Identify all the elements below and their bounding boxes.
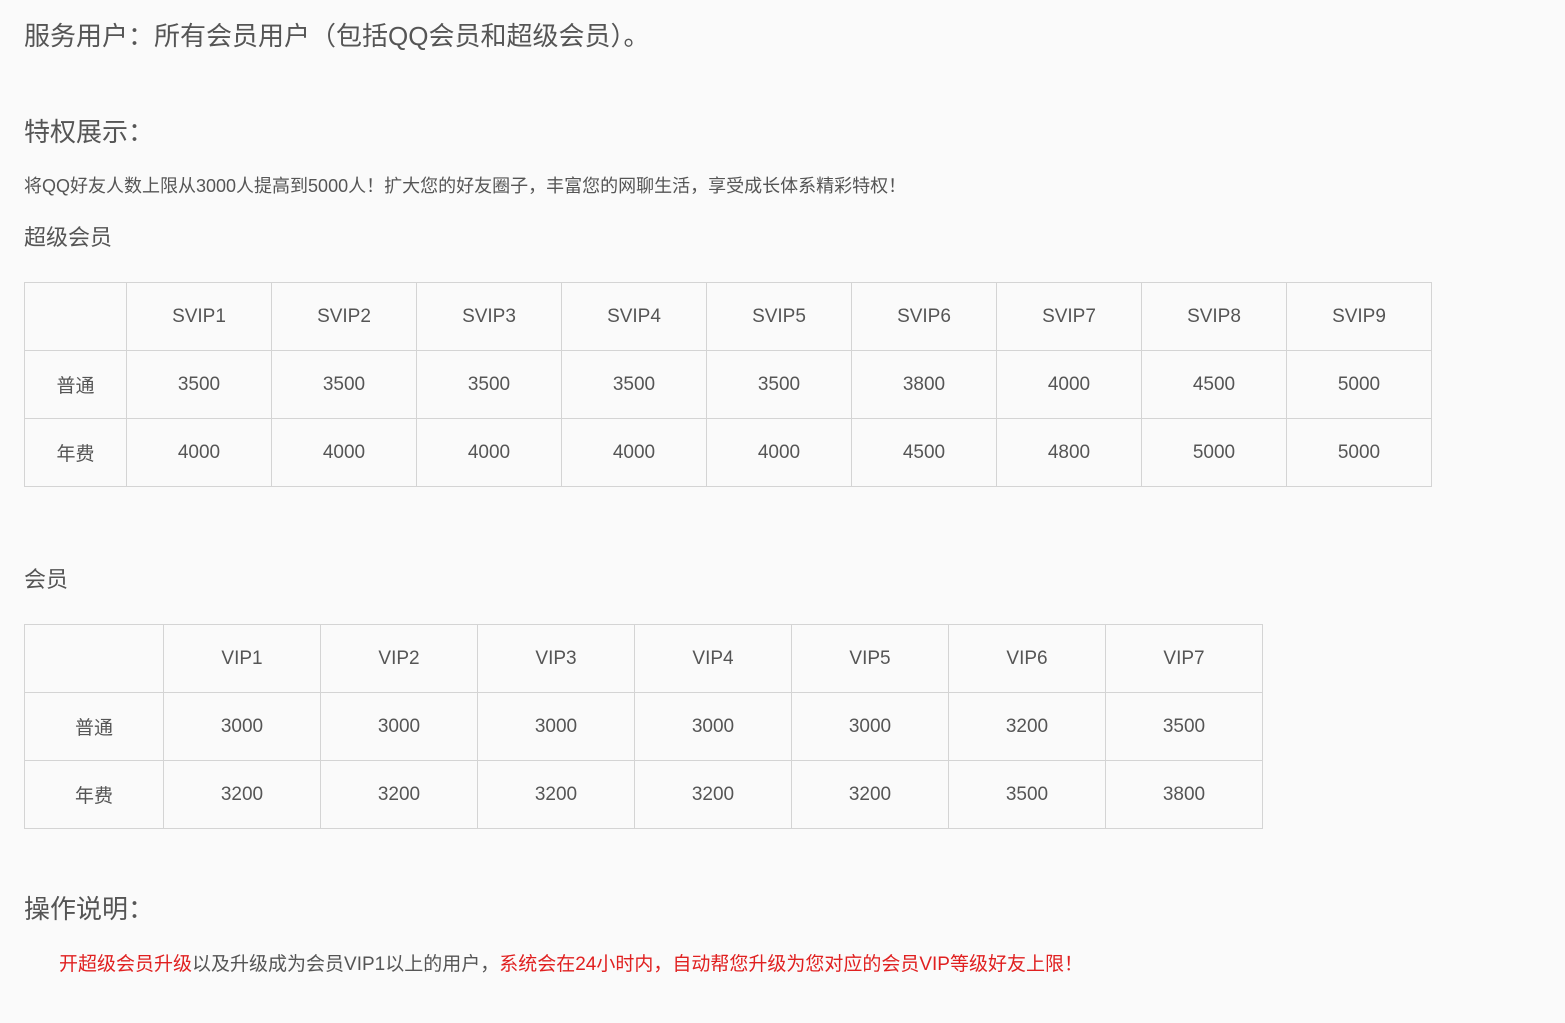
table-cell: 3500 [416,350,562,419]
row-label: 普通 [24,350,127,419]
operation-note-highlight: 开超级会员升级 [59,954,193,975]
service-users-text: 服务用户：所有会员用户（包括QQ会员和超级会员）。 [24,21,650,51]
table-cell: 4000 [416,418,562,487]
svip-level-header: SVIP5 [706,282,852,351]
table-cell: 4000 [126,418,272,487]
svip-level-header: SVIP3 [416,282,562,351]
table-cell: 4000 [706,418,852,487]
svip-level-header: SVIP9 [1286,282,1432,351]
row-label: 普通 [24,692,164,761]
table-row: 普通 3000 3000 3000 3000 3000 3200 3500 [24,692,1263,761]
operation-note-text: 以及升级成为会员VIP1以上的用户， [192,954,500,975]
vip-level-header: VIP2 [320,624,478,693]
table-cell: 5000 [1141,418,1287,487]
table-row: 年费 3200 3200 3200 3200 3200 3500 3800 [24,760,1263,829]
table-cell: 5000 [1286,418,1432,487]
table-cell: 3800 [851,350,997,419]
table-cell: 3500 [126,350,272,419]
vip-level-header: VIP1 [163,624,321,693]
vip-level-header: VIP7 [1105,624,1263,693]
vip-level-header: VIP4 [634,624,792,693]
table-cell: 3200 [948,692,1106,761]
svip-level-header: SVIP1 [126,282,272,351]
table-row: 普通 3500 3500 3500 3500 3500 3800 4000 45… [24,350,1432,419]
table-cell: 4500 [1141,350,1287,419]
table-cell: 4000 [996,350,1142,419]
table-cell: 5000 [1286,350,1432,419]
svip-level-header: SVIP2 [271,282,417,351]
table-cell: 3500 [561,350,707,419]
table-cell: 3000 [791,692,949,761]
row-label: 年费 [24,418,127,487]
vip-section-title: 会员 [24,567,69,592]
table-cell: 3000 [634,692,792,761]
table-cell: 3500 [1105,692,1263,761]
table-cell: 3000 [163,692,321,761]
table-cell: 3200 [791,760,949,829]
svip-level-header: SVIP6 [851,282,997,351]
table-cell: 3800 [1105,760,1263,829]
table-cell: 3500 [271,350,417,419]
table-header-row: VIP1 VIP2 VIP3 VIP4 VIP5 VIP6 VIP7 [24,624,1263,693]
table-cell: 4000 [271,418,417,487]
table-cell: 4800 [996,418,1142,487]
operation-title: 操作说明： [24,894,155,924]
table-cell: 3200 [477,760,635,829]
table-cell: 3000 [477,692,635,761]
table-cell: 3000 [320,692,478,761]
table-corner-cell [24,624,164,693]
privilege-description: 将QQ好友人数上限从3000人提高到5000人！扩大您的好友圈子，丰富您的网聊生… [24,176,907,196]
svip-friend-limit-table: SVIP1 SVIP2 SVIP3 SVIP4 SVIP5 SVIP6 SVIP… [24,282,1432,487]
operation-note: 开超级会员升级以及升级成为会员VIP1以上的用户，系统会在24小时内，自动帮您升… [59,950,1083,980]
table-cell: 4500 [851,418,997,487]
table-cell: 3200 [320,760,478,829]
vip-friend-limit-table: VIP1 VIP2 VIP3 VIP4 VIP5 VIP6 VIP7 普通 30… [24,624,1263,829]
operation-note-highlight: 系统会在24小时内，自动帮您升级为您对应的会员VIP等级好友上限！ [499,954,1083,975]
svip-level-header: SVIP7 [996,282,1142,351]
table-cell: 4000 [561,418,707,487]
table-cell: 3200 [634,760,792,829]
table-corner-cell [24,282,127,351]
vip-level-header: VIP3 [477,624,635,693]
table-cell: 3500 [948,760,1106,829]
table-header-row: SVIP1 SVIP2 SVIP3 SVIP4 SVIP5 SVIP6 SVIP… [24,282,1432,351]
vip-level-header: VIP5 [791,624,949,693]
svip-section-title: 超级会员 [24,225,113,250]
svip-level-header: SVIP4 [561,282,707,351]
row-label: 年费 [24,760,164,829]
table-cell: 3500 [706,350,852,419]
svip-level-header: SVIP8 [1141,282,1287,351]
table-cell: 3200 [163,760,321,829]
table-row: 年费 4000 4000 4000 4000 4000 4500 4800 50… [24,418,1432,487]
privilege-title: 特权展示： [24,117,155,147]
vip-level-header: VIP6 [948,624,1106,693]
